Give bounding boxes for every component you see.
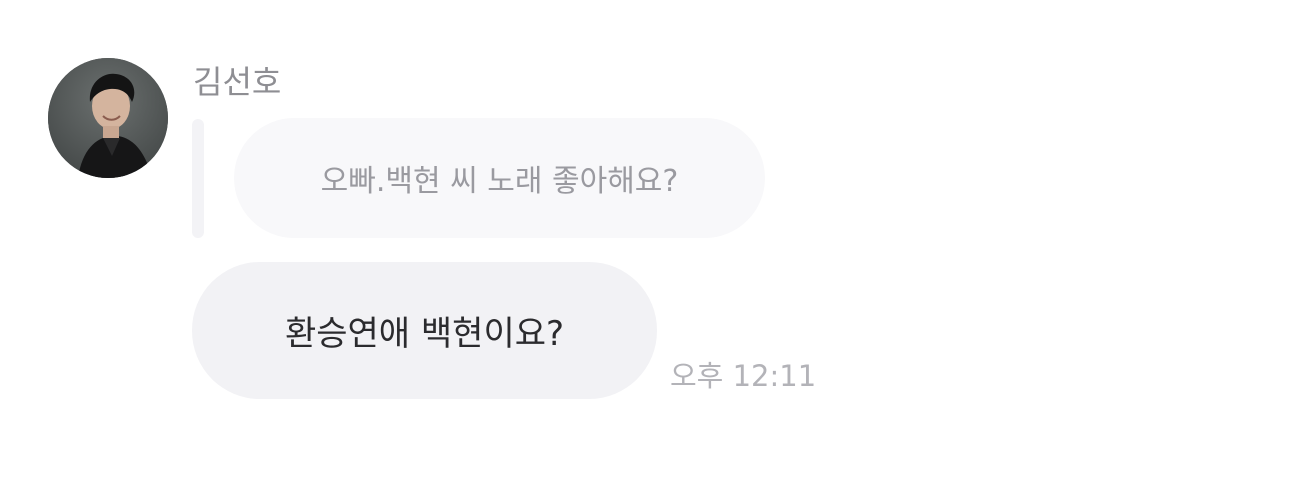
- message-text: 환승연애 백현이요?: [284, 314, 565, 354]
- reply-indicator-bar: [192, 119, 204, 238]
- quoted-message-text: 오빠.백현 씨 노래 좋아해요?: [320, 164, 679, 199]
- message-timestamp: 오후 12:11: [670, 359, 817, 393]
- message-bubble[interactable]: 환승연애 백현이요?: [192, 262, 657, 399]
- sender-name: 김선호: [193, 63, 282, 101]
- avatar[interactable]: [48, 58, 168, 178]
- quoted-message-bubble[interactable]: 오빠.백현 씨 노래 좋아해요?: [234, 118, 765, 238]
- profile-photo-icon: [48, 58, 168, 178]
